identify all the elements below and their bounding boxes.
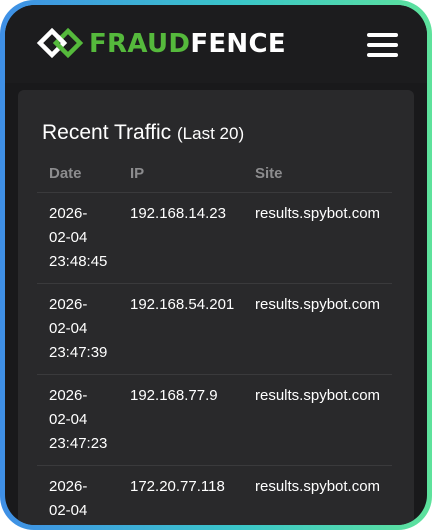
time-line: 23:47:23 [49, 435, 108, 452]
cell-ip: 192.168.14.23 [118, 192, 243, 284]
date-line: 2026- [49, 205, 88, 222]
brand-name-part2: FENCE [190, 29, 286, 59]
date-line: 02-04 [49, 411, 88, 428]
column-header-date: Date [37, 154, 118, 193]
table-header-row: Date IP Site [37, 154, 392, 193]
cell-date: 2026- 02-04 23:48:45 [37, 192, 118, 284]
cell-date: 2026- 02-04 23:47:23 [37, 374, 118, 466]
cell-site: results.spybot.com [243, 283, 392, 375]
top-navbar: FRAUDFENCE [5, 5, 427, 83]
date-line: 2026- [49, 296, 88, 313]
card-title: Recent Traffic (Last 20) [42, 121, 244, 145]
card-title-text: Recent Traffic [42, 121, 172, 144]
brand-name[interactable]: FRAUDFENCE [89, 29, 286, 59]
date-line: 2026- [49, 478, 88, 495]
cell-site: results.spybot.com [243, 374, 392, 466]
cell-date: 2026- 02-04 23:47:39 [37, 283, 118, 375]
interlocked-diamonds-icon[interactable] [35, 27, 85, 59]
cell-ip: 172.20.77.118 [118, 465, 243, 525]
table-row: 2026- 02-04 23:48:45 192.168.14.23 resul… [37, 192, 392, 284]
app-screen: FRAUDFENCE Recent Traffic (Last 20) Date… [5, 5, 427, 525]
card-subtitle: (Last 20) [177, 124, 245, 143]
column-header-site: Site [243, 154, 392, 193]
hamburger-menu-icon[interactable] [367, 32, 399, 58]
column-header-ip: IP [118, 154, 243, 193]
table-row: 2026- 02-04 23:47:23 192.168.77.9 result… [37, 374, 392, 466]
date-line: 02-04 [49, 502, 88, 519]
cell-ip: 192.168.77.9 [118, 374, 243, 466]
table-row: 2026- 02-04 23:47:39 192.168.54.201 resu… [37, 283, 392, 375]
date-line: 2026- [49, 387, 88, 404]
table-row: 2026- 02-04 172.20.77.118 results.spybot… [37, 465, 392, 525]
recent-traffic-card: Recent Traffic (Last 20) Date IP Site 20… [18, 90, 414, 525]
cell-site: results.spybot.com [243, 465, 392, 525]
time-line: 23:47:39 [49, 344, 108, 361]
brand-name-part1: FRAUD [89, 29, 191, 59]
traffic-table: Date IP Site 2026- 02-04 23:48:45 192.16… [37, 154, 392, 525]
time-line: 23:48:45 [49, 253, 108, 270]
cell-ip: 192.168.54.201 [118, 283, 243, 375]
device-frame: FRAUDFENCE Recent Traffic (Last 20) Date… [0, 0, 432, 530]
date-line: 02-04 [49, 229, 88, 246]
cell-site: results.spybot.com [243, 192, 392, 284]
cell-date: 2026- 02-04 [37, 465, 118, 525]
date-line: 02-04 [49, 320, 88, 337]
